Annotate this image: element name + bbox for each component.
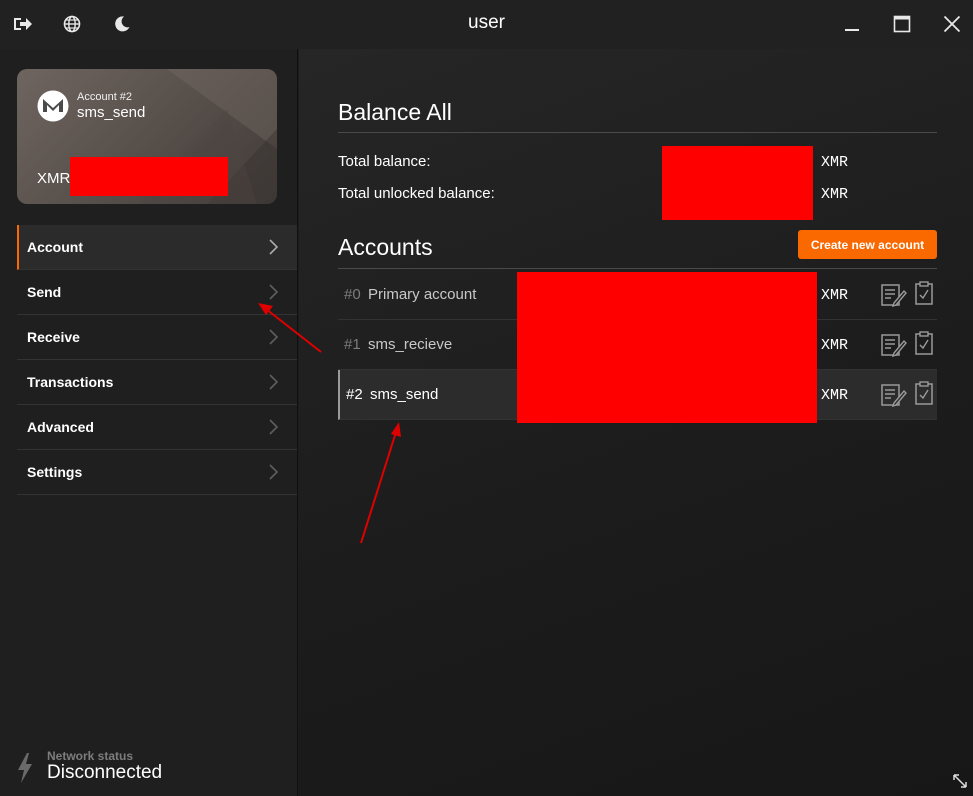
main-panel: Balance All Total balance: XMR Total unl… xyxy=(299,49,973,796)
chevron-right-icon xyxy=(269,239,279,255)
redaction-box xyxy=(517,272,817,423)
edit-label-icon[interactable] xyxy=(881,333,907,357)
lightning-icon xyxy=(18,753,32,783)
redaction-box xyxy=(662,146,813,220)
network-status-label: Network status xyxy=(47,749,134,763)
sidebar-item-label: Advanced xyxy=(27,419,94,435)
account-currency: XMR xyxy=(821,337,849,354)
account-index: #1 xyxy=(344,336,361,353)
total-balance-label: Total balance: xyxy=(338,153,431,170)
account-currency: XMR xyxy=(821,387,849,404)
copy-address-icon[interactable] xyxy=(915,331,933,355)
accounts-heading: Accounts xyxy=(338,234,433,260)
account-card-label: Account #2 xyxy=(77,91,133,103)
copy-address-icon[interactable] xyxy=(915,281,933,305)
copy-address-icon[interactable] xyxy=(915,381,933,405)
total-balance-currency: XMR xyxy=(821,154,849,171)
account-currency: XMR xyxy=(821,287,849,304)
divider xyxy=(338,268,937,269)
maximize-icon[interactable] xyxy=(891,13,913,35)
account-name: sms_send xyxy=(370,386,439,403)
balance-heading: Balance All xyxy=(338,99,452,125)
window-title-text: user xyxy=(468,12,505,33)
sidebar-item-label: Settings xyxy=(27,464,83,480)
network-status-value: Disconnected xyxy=(47,762,163,783)
sidebar-nav: Account Send Receive Transactions Advanc… xyxy=(17,225,297,495)
monero-logo-icon xyxy=(37,90,69,122)
resize-grip-icon[interactable] xyxy=(953,774,967,788)
sidebar-item-label: Transactions xyxy=(27,374,114,390)
window-title: user xyxy=(0,12,973,34)
account-card-currency: XMR xyxy=(37,170,71,187)
sidebar-item-settings[interactable]: Settings xyxy=(17,450,297,495)
logout-icon[interactable] xyxy=(11,13,33,35)
network-status: Network status Disconnected xyxy=(17,749,287,789)
sidebar: Account #2 sms_send XMR Account Send Rec… xyxy=(0,49,298,796)
account-card-name: sms_send xyxy=(77,104,146,121)
sidebar-item-advanced[interactable]: Advanced xyxy=(17,405,297,450)
title-bar: user xyxy=(0,0,973,49)
close-icon[interactable] xyxy=(941,13,963,35)
create-new-account-button[interactable]: Create new account xyxy=(798,230,937,259)
account-index: #2 xyxy=(346,386,363,403)
chevron-right-icon xyxy=(269,464,279,480)
account-index: #0 xyxy=(344,286,361,303)
minimize-icon[interactable] xyxy=(841,13,863,35)
sidebar-item-transactions[interactable]: Transactions xyxy=(17,360,297,405)
sidebar-item-label: Send xyxy=(27,284,62,300)
chevron-right-icon xyxy=(269,284,279,300)
sidebar-item-label: Receive xyxy=(27,329,80,345)
account-card[interactable]: Account #2 sms_send XMR xyxy=(17,69,277,204)
redaction-box xyxy=(70,157,228,196)
account-name: Primary account xyxy=(368,286,477,303)
globe-icon[interactable] xyxy=(61,13,83,35)
chevron-right-icon xyxy=(269,374,279,390)
sidebar-item-send[interactable]: Send xyxy=(17,270,297,315)
account-name: sms_recieve xyxy=(368,336,453,353)
edit-label-icon[interactable] xyxy=(881,283,907,307)
sidebar-item-account[interactable]: Account xyxy=(17,225,297,270)
unlocked-balance-label: Total unlocked balance: xyxy=(338,185,495,202)
chevron-right-icon xyxy=(269,419,279,435)
divider xyxy=(338,132,937,133)
sidebar-item-receive[interactable]: Receive xyxy=(17,315,297,360)
edit-label-icon[interactable] xyxy=(881,383,907,407)
moon-icon[interactable] xyxy=(111,13,133,35)
chevron-right-icon xyxy=(269,329,279,345)
sidebar-item-label: Account xyxy=(27,239,83,255)
unlocked-balance-currency: XMR xyxy=(821,186,849,203)
